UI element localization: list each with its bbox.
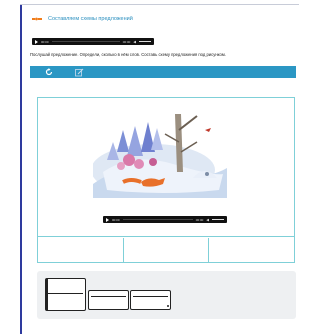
period-dot: [167, 305, 169, 307]
refresh-icon[interactable]: [44, 67, 54, 77]
task-title: Составляем схемы предложений: [48, 16, 133, 22]
word-line: [48, 293, 83, 294]
word-line: [91, 296, 126, 297]
pointer-hand-icon: [32, 16, 42, 22]
volume-slider[interactable]: [212, 218, 224, 221]
task-instruction: Послушай предложение. Определи, сколько …: [30, 52, 226, 57]
edit-icon[interactable]: [74, 67, 84, 77]
task-header: Составляем схемы предложений: [32, 16, 133, 22]
picture-audio-player[interactable]: 00:00 00:00 ◀: [103, 216, 227, 223]
tool-bar: [30, 66, 296, 78]
capital-marker: [46, 279, 48, 310]
audio-progress-track[interactable]: [51, 41, 120, 42]
play-icon[interactable]: [35, 39, 38, 44]
word-line: [133, 296, 168, 297]
answer-drop-cell[interactable]: [38, 238, 124, 262]
audio-progress-track[interactable]: [122, 219, 193, 220]
frame-top-border: [20, 4, 299, 5]
speaker-icon[interactable]: ◀: [206, 218, 209, 222]
word-scheme-block[interactable]: [88, 290, 129, 310]
audio-duration: 00:00: [195, 217, 204, 222]
speaker-icon[interactable]: ◀: [133, 40, 136, 44]
audio-current-time: 00:00: [112, 217, 120, 222]
volume-slider[interactable]: [139, 40, 151, 43]
answer-drop-cell[interactable]: [124, 238, 210, 262]
sentence-audio-player[interactable]: 00:00 00:00 ◀: [32, 38, 154, 45]
winter-forest-fox-illustration: [91, 112, 227, 198]
word-with-period-scheme-block[interactable]: [130, 290, 171, 310]
audio-current-time: 00:00: [41, 39, 49, 44]
play-icon[interactable]: [106, 217, 109, 222]
capital-word-scheme-block[interactable]: [45, 278, 86, 311]
audio-duration: 00:00: [122, 39, 131, 44]
answer-drop-row: [38, 238, 294, 262]
answer-drop-cell[interactable]: [209, 238, 294, 262]
